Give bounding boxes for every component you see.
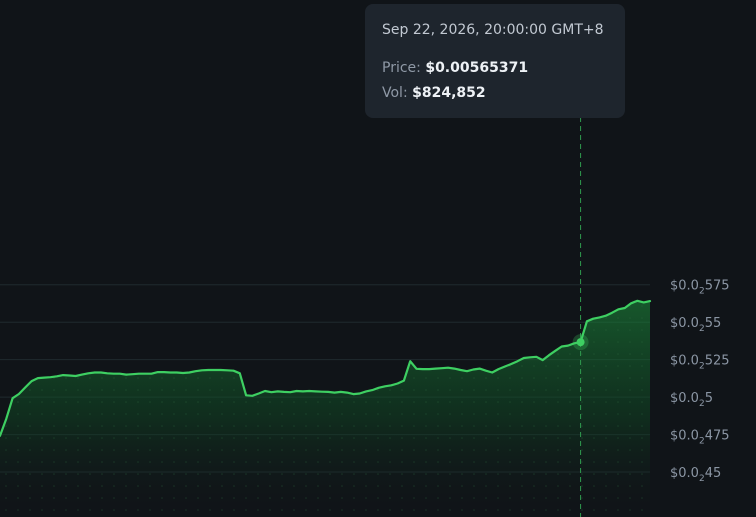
area-dots [0, 300, 650, 517]
tooltip-price-value: $0.00565371 [425, 60, 529, 76]
marker-dot [576, 338, 585, 347]
tooltip-date: Sep 22, 2026, 20:00:00 GMT+8 [382, 22, 604, 38]
y-tick-label: $0.0255 [670, 316, 721, 334]
y-tick-label: $0.02525 [670, 354, 730, 372]
tooltip-price-label: Price: [382, 60, 421, 76]
y-tick-label: $0.02575 [670, 279, 730, 297]
tooltip-vol-label: Vol: [382, 85, 408, 101]
tooltip-price-row: Price: $0.00565371 [382, 56, 608, 81]
hover-marker [572, 334, 589, 351]
tooltip-vol-row: Vol: $824,852 [382, 81, 608, 106]
y-tick-label: $0.02475 [670, 429, 730, 447]
y-axis: $0.02575 $0.0255 $0.02525 $0.025 $0.02475 $0.… [670, 279, 730, 484]
tooltip-vol-value: $824,852 [412, 85, 486, 101]
price-tooltip: Sep 22, 2026, 20:00:00 GMT+8 Price: $0.0… [365, 4, 625, 118]
y-tick-label: $0.025 [670, 391, 713, 409]
price-area [0, 300, 650, 517]
y-tick-label: $0.0245 [670, 466, 721, 484]
